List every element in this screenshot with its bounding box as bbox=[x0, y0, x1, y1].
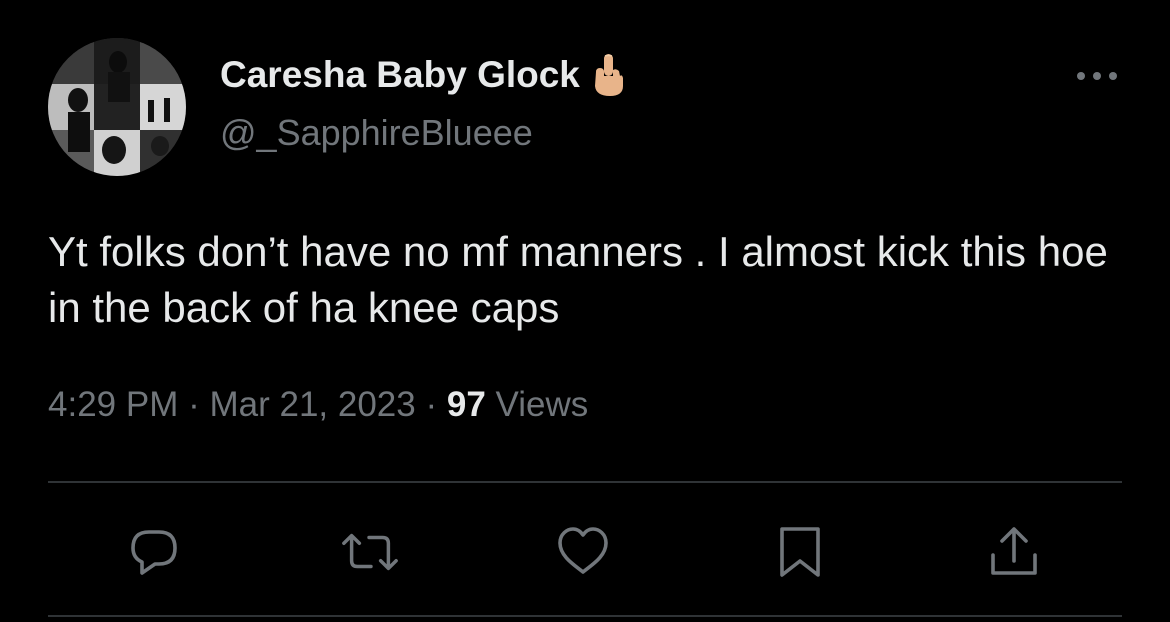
tweet-date[interactable]: Mar 21, 2023 bbox=[209, 385, 415, 424]
retweet-button[interactable] bbox=[340, 520, 400, 584]
display-name-row[interactable]: Caresha Baby Glock bbox=[220, 52, 628, 98]
tweet-meta: 4:29 PM · Mar 21, 2023 · 97 Views bbox=[48, 385, 588, 425]
like-icon bbox=[558, 527, 608, 574]
more-dots-icon bbox=[1077, 72, 1117, 80]
views-count[interactable]: 97 bbox=[447, 385, 486, 424]
bookmark-icon bbox=[780, 527, 820, 577]
more-options-button[interactable] bbox=[1074, 64, 1120, 88]
middle-finger-emoji-icon bbox=[588, 52, 628, 98]
tweet-time[interactable]: 4:29 PM bbox=[48, 385, 178, 424]
display-name[interactable]: Caresha Baby Glock bbox=[220, 54, 580, 96]
meta-separator: · bbox=[188, 385, 200, 424]
divider bbox=[48, 481, 1122, 483]
retweet-icon bbox=[342, 533, 398, 571]
avatar-collage-image bbox=[48, 38, 186, 176]
reply-icon bbox=[131, 530, 177, 575]
avatar[interactable] bbox=[48, 38, 186, 176]
reply-button[interactable] bbox=[124, 520, 184, 584]
user-handle[interactable]: @_SapphireBlueee bbox=[220, 112, 533, 154]
share-button[interactable] bbox=[984, 520, 1044, 584]
action-bar bbox=[0, 520, 1170, 584]
bookmark-button[interactable] bbox=[770, 520, 830, 584]
views-label[interactable]: Views bbox=[496, 385, 589, 424]
tweet-text: Yt folks don’t have no mf manners . I al… bbox=[48, 228, 1108, 331]
meta-separator: · bbox=[425, 385, 438, 424]
share-icon bbox=[991, 527, 1037, 575]
divider bbox=[48, 615, 1122, 617]
like-button[interactable] bbox=[553, 520, 613, 584]
